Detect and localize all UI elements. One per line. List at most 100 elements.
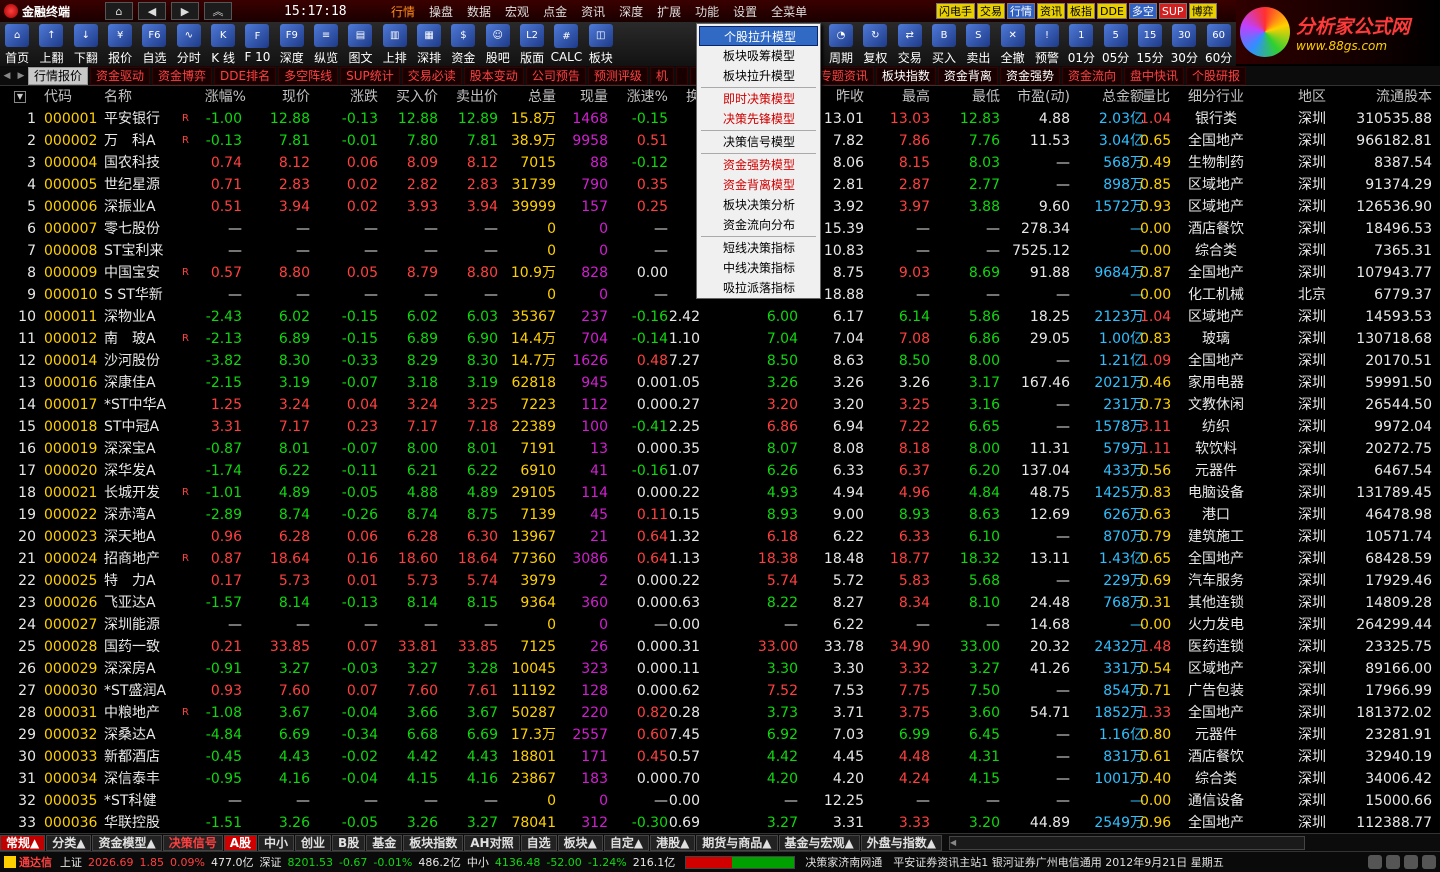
column-header[interactable]: 涨跌 [322, 86, 378, 108]
toolbar-button[interactable]: ▥ 上排 [378, 22, 412, 66]
market-tab[interactable]: 基金与宏观▲ [778, 834, 860, 851]
context-menu-item[interactable]: 决策先锋模型 [697, 109, 820, 129]
menu-item[interactable]: 点金 [536, 3, 574, 20]
menu-item[interactable]: 数据 [460, 3, 498, 20]
table-row[interactable]: 26 000029 深深房A -0.91 3.27 -0.03 3.27 3.28 10045 3… [0, 658, 1440, 680]
tab-11[interactable] [675, 66, 688, 85]
toolbar-button[interactable]: 30 30分 [1167, 22, 1201, 66]
context-menu-item[interactable]: 中线决策指标 [697, 258, 820, 278]
column-header[interactable]: 现价 [256, 86, 310, 108]
tab-scroll-right-icon[interactable]: ▶ [14, 71, 28, 81]
menu-item[interactable]: 扩展 [650, 3, 688, 20]
column-header[interactable]: 总量 [502, 86, 556, 108]
toolbar-button[interactable]: 60 60分 [1201, 22, 1235, 66]
toolbar-button[interactable]: ◔ 周期 [824, 22, 858, 66]
table-row[interactable]: 29 000032 深桑达A -4.84 6.69 -0.34 6.68 6.69 17.3万 2… [0, 724, 1440, 746]
column-header[interactable]: 市盈(动) [1010, 86, 1070, 108]
context-menu-item[interactable]: 资金强势模型 [697, 155, 820, 175]
table-row[interactable]: 25 000028 国药一致 0.21 33.85 0.07 33.81 33.85 7125 2… [0, 636, 1440, 658]
toolbar-button[interactable]: ¥ 报价 [103, 22, 137, 66]
toolbar-button[interactable]: 1 01分 [1064, 22, 1098, 66]
market-tab[interactable]: 自定▲ [603, 834, 650, 851]
collapse-button[interactable]: ︽ [204, 2, 232, 20]
context-menu-item[interactable]: 吸拉派落指标 [697, 278, 820, 298]
table-row[interactable]: 15 000018 ST中冠A 3.31 7.17 0.23 7.17 7.18 22389 10… [0, 416, 1440, 438]
toolbar-button[interactable]: 5 05分 [1099, 22, 1133, 66]
toolbar-button[interactable]: ↑ 上翻 [34, 22, 68, 66]
gear-icon[interactable] [1422, 855, 1436, 869]
context-menu-item[interactable]: 个股拉升模型 [699, 26, 818, 46]
column-header[interactable]: 最低 [940, 86, 1000, 108]
table-row[interactable]: 31 000034 深信泰丰 -0.95 4.16 -0.04 4.15 4.16 23867 1… [0, 768, 1440, 790]
market-tab[interactable]: 外盘与指数▲ [860, 834, 942, 851]
context-menu-item[interactable]: 资金流向分布 [697, 215, 820, 235]
context-menu-item[interactable]: 短线决策指标 [697, 238, 820, 258]
context-menu-item[interactable]: 板块拉升模型 [697, 66, 820, 86]
table-row[interactable]: 11 000012 南 玻A R -2.13 6.89 -0.15 6.89 6.90 14.4万… [0, 328, 1440, 350]
context-menu-item[interactable]: 决策信号模型 [697, 132, 820, 152]
tab-6[interactable]: 交易必读 [401, 66, 462, 85]
toolbar-button[interactable] [652, 22, 686, 66]
toolbar-button[interactable]: ! 预警 [1030, 22, 1064, 66]
column-header[interactable]: 现量 [562, 86, 608, 108]
toolbar-button[interactable]: ✕ 全撤 [996, 22, 1030, 66]
back-nav-button[interactable]: ◀ [138, 2, 166, 20]
lock-icon[interactable] [1386, 855, 1400, 869]
table-row[interactable]: 30 000033 新都酒店 -0.45 4.43 -0.02 4.42 4.43 18801 1… [0, 746, 1440, 768]
toolbar-button[interactable]: ▤ 图文 [343, 22, 377, 66]
column-header[interactable]: 买入价 [382, 86, 438, 108]
market-tab[interactable]: 资金模型▲ [92, 834, 162, 851]
column-header[interactable]: 流通股本 [1334, 86, 1432, 108]
column-header[interactable]: 最高 [872, 86, 930, 108]
toolbar-button[interactable]: ≡ 纵览 [309, 22, 343, 66]
tab-14[interactable]: 专题资讯 [813, 66, 874, 85]
table-row[interactable]: 18 000021 长城开发 R -1.01 4.89 -0.05 4.88 4.89 29105… [0, 482, 1440, 504]
toolbar-button[interactable]: ◫ 板块 [584, 22, 618, 66]
info-icon[interactable] [1404, 855, 1418, 869]
toolbar-button[interactable]: $ 资金 [446, 22, 480, 66]
table-row[interactable]: 23 000026 飞亚达A -1.57 8.14 -0.13 8.14 8.15 9364 36… [0, 592, 1440, 614]
menu-item[interactable]: 操盘 [422, 3, 460, 20]
quick-button[interactable]: 行情 [1007, 3, 1035, 19]
toolbar-button[interactable]: L2 版面 [515, 22, 549, 66]
tab-15[interactable]: 板块指数 [875, 66, 936, 85]
context-menu-item[interactable]: 板块决策分析 [697, 195, 820, 215]
tab-scroll-left-icon[interactable]: ◀ [0, 71, 14, 81]
table-row[interactable]: 22 000025 特 力A 0.17 5.73 0.01 5.73 5.74 3979 2 0.0… [0, 570, 1440, 592]
quick-button[interactable]: 闪电手 [936, 3, 975, 19]
toolbar-button[interactable]: K K 线 [206, 22, 240, 66]
tab-20[interactable]: 个股研报 [1185, 66, 1246, 85]
market-tab[interactable]: 分类▲ [46, 834, 92, 851]
toolbar-button[interactable]: ▦ 深排 [412, 22, 446, 66]
table-row[interactable]: 32 000035 *ST科健 — — — — —0 0—0.00—12.25— — — —0.00 通… [0, 790, 1440, 812]
scroll-left-icon[interactable]: ◀ [950, 838, 956, 847]
quick-button[interactable]: 资讯 [1037, 3, 1065, 19]
table-row[interactable]: 16 000019 深深宝A -0.87 8.01 -0.07 8.00 8.01 7191 13… [0, 438, 1440, 460]
context-menu-item[interactable]: 资金背离模型 [697, 175, 820, 195]
toolbar-button[interactable]: B 买入 [927, 22, 961, 66]
toolbar-button[interactable]: F9 深度 [275, 22, 309, 66]
quick-button[interactable]: 板指 [1067, 3, 1095, 19]
table-row[interactable]: 14 000017 *ST中华A 1.25 3.24 0.04 3.24 3.25 7223 11… [0, 394, 1440, 416]
tab-8[interactable]: 公司预告 [525, 66, 586, 85]
column-header[interactable]: 细分行业 [1176, 86, 1256, 108]
toolbar-button[interactable]: # CALC [549, 22, 583, 66]
column-header[interactable]: 量比 [1140, 86, 1170, 108]
tab-0[interactable]: 行情报价 [28, 66, 89, 85]
tab-19[interactable]: 盘中快讯 [1123, 66, 1184, 85]
tab-1[interactable]: 资金驱动 [90, 66, 151, 85]
tab-3[interactable]: DDE排名 [214, 66, 277, 85]
table-row[interactable]: 27 000030 *ST盛润A 0.93 7.60 0.07 7.60 7.61 11192 1… [0, 680, 1440, 702]
market-tab[interactable]: 港股▲ [650, 834, 696, 851]
quick-button[interactable]: 多空 [1128, 3, 1157, 19]
tab-7[interactable]: 股本变动 [463, 66, 524, 85]
table-row[interactable]: 10 000011 深物业A -2.43 6.02 -0.15 6.02 6.03 35367 2… [0, 306, 1440, 328]
forward-nav-button[interactable]: ▶ [171, 2, 199, 20]
toolbar-button[interactable]: ∿ 分时 [172, 22, 206, 66]
market-tab[interactable]: 决策信号 [162, 834, 223, 851]
sort-toggle-icon[interactable]: ▼ [14, 91, 26, 103]
market-tab[interactable]: A股 [223, 834, 258, 851]
market-tab[interactable]: 期货与商品▲ [696, 834, 778, 851]
table-row[interactable]: 19 000022 深赤湾A -2.89 8.74 -0.26 8.74 8.75 7139 45… [0, 504, 1440, 526]
column-header[interactable]: 换 [650, 86, 700, 108]
